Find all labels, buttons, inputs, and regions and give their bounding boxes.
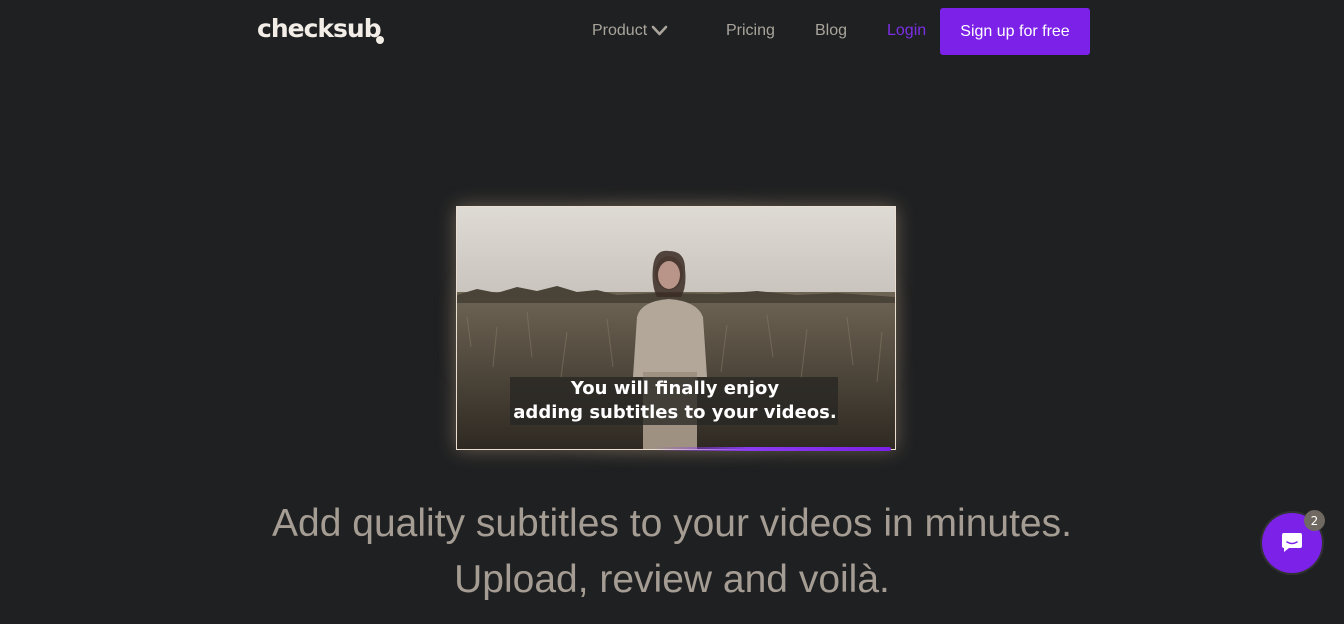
- page: checksub Product Pricing Blog Login Sign…: [0, 0, 1344, 624]
- nav-product[interactable]: Product: [592, 22, 647, 40]
- caption-line-2: adding subtitles to your videos.: [513, 402, 837, 423]
- chat-bubble-icon[interactable]: [1281, 532, 1303, 553]
- logo-dot: [376, 36, 384, 44]
- signup-button[interactable]: Sign up for free: [940, 8, 1090, 55]
- caption-line-1: You will finally enjoy: [570, 378, 780, 399]
- nav-blog[interactable]: Blog: [815, 22, 847, 40]
- video-caption: You will finally enjoy adding subtitles …: [456, 377, 894, 425]
- hero-headline: Add quality subtitles to your videos in …: [272, 502, 1072, 545]
- chat-unread-badge: 2: [1304, 510, 1325, 531]
- nav-login[interactable]: Login: [887, 22, 926, 40]
- logo[interactable]: checksub: [257, 14, 382, 43]
- nav-pricing[interactable]: Pricing: [726, 22, 775, 40]
- video-progress-accent: [655, 447, 891, 451]
- chevron-down-icon[interactable]: [651, 25, 668, 37]
- hero-subheadline: Upload, review and voilà.: [454, 558, 890, 601]
